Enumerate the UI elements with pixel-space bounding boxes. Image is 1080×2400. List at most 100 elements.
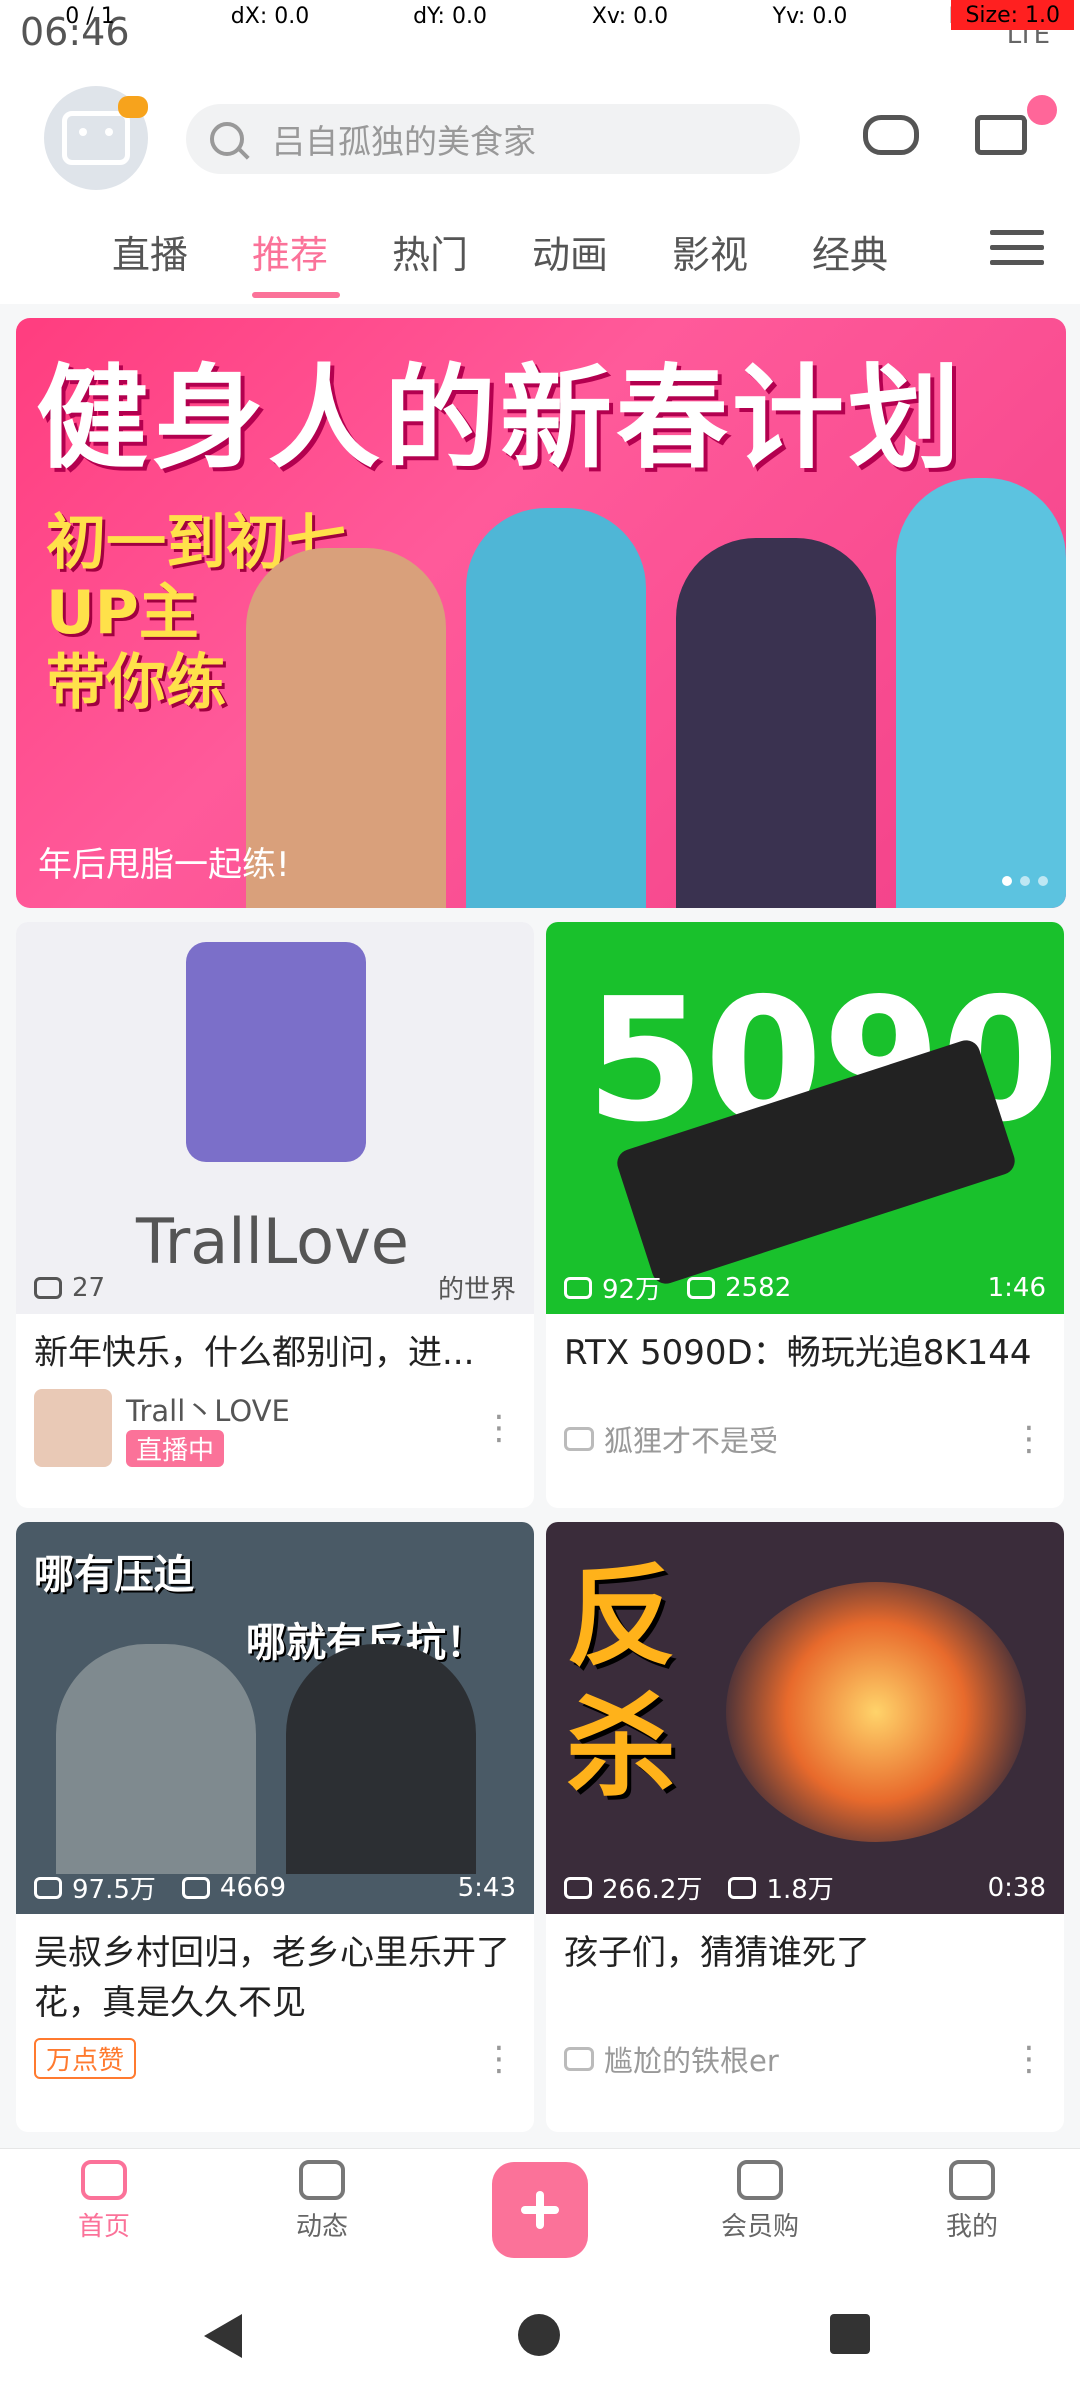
video-title: 孩子们，猜猜谁死了 bbox=[564, 1933, 870, 1973]
video-meta: 万点赞 ⋮ bbox=[34, 2038, 516, 2079]
channel-menu-button[interactable] bbox=[990, 220, 1044, 284]
video-title: 新年快乐，什么都别问，进... bbox=[34, 1333, 475, 1373]
nav-home[interactable]: 首页 bbox=[44, 2160, 164, 2243]
recents-icon[interactable] bbox=[830, 2314, 870, 2354]
more-options-icon[interactable]: ⋮ bbox=[1012, 1419, 1046, 1459]
shop-icon bbox=[737, 2160, 783, 2200]
video-stats: 92万 2582 1:46 bbox=[564, 1269, 1046, 1306]
up-tag-icon bbox=[564, 1427, 594, 1451]
nav-label: 我的 bbox=[945, 2212, 998, 2242]
notification-dot bbox=[1024, 92, 1060, 128]
partition-label: 的世界 bbox=[437, 1275, 516, 1305]
vip-badge-icon bbox=[118, 96, 148, 118]
game-effect-image bbox=[726, 1582, 1026, 1842]
danmaku-count: 1.8万 bbox=[766, 1875, 834, 1905]
video-card[interactable]: 反杀 266.2万 1.8万 0:38 孩子们，猜猜谁死了 尴尬的铁根er ⋮ bbox=[546, 1522, 1064, 2132]
person-image bbox=[286, 1644, 476, 1874]
up-name[interactable]: 狐狸才不是受 bbox=[604, 1418, 778, 1460]
video-thumbnail: TrallLove 27 的世界 bbox=[16, 922, 534, 1314]
profile-icon bbox=[949, 2160, 995, 2200]
up-tag-icon bbox=[564, 2047, 594, 2071]
video-card[interactable]: TrallLove 27 的世界 新年快乐，什么都别问，进... Trall丶L… bbox=[16, 922, 534, 1508]
debug-size: Size: 1.0 bbox=[951, 0, 1074, 30]
carousel-dots bbox=[1002, 876, 1048, 886]
home-icon bbox=[81, 2160, 127, 2200]
up-info: Trall丶LOVE 直播中 bbox=[126, 1388, 290, 1467]
banner-caption: 年后甩脂一起练! bbox=[38, 845, 290, 885]
up-name: Trall丶LOVE bbox=[126, 1394, 290, 1428]
search-bar[interactable]: 吕自孤独的美食家 bbox=[186, 104, 800, 174]
danmaku-icon bbox=[687, 1276, 716, 1299]
tab-classic[interactable]: 经典 bbox=[812, 224, 888, 279]
duration: 1:46 bbox=[987, 1272, 1046, 1303]
banner-headline: 健身人的新春计划 bbox=[36, 354, 964, 484]
debug-overlay: 0 / 1 dX: 0.0 dY: 0.0 Xv: 0.0 Yv: 0.0 Pr… bbox=[0, 0, 1080, 32]
debug-pointer: 0 / 1 bbox=[65, 3, 115, 29]
video-title: RTX 5090D：畅玩光追8K144 bbox=[564, 1333, 1032, 1373]
more-options-icon[interactable]: ⋮ bbox=[482, 1408, 516, 1448]
like-badge: 万点赞 bbox=[34, 2038, 137, 2079]
upload-plus-button[interactable] bbox=[492, 2162, 588, 2258]
dynamic-icon bbox=[299, 2160, 345, 2200]
tab-anime[interactable]: 动画 bbox=[532, 224, 608, 279]
danmaku-count: 4669 bbox=[219, 1872, 287, 1903]
nav-label: 会员购 bbox=[720, 2212, 799, 2242]
tab-recommend[interactable]: 推荐 bbox=[252, 224, 328, 279]
tab-film[interactable]: 影视 bbox=[672, 224, 748, 279]
tab-hot[interactable]: 热门 bbox=[392, 224, 468, 279]
tab-live[interactable]: 直播 bbox=[112, 224, 188, 279]
more-options-icon[interactable]: ⋮ bbox=[482, 2039, 516, 2079]
nav-dynamic[interactable]: 动态 bbox=[262, 2160, 382, 2243]
video-card[interactable]: 5090 92万 2582 1:46 RTX 5090D：畅玩光追8K144 狐… bbox=[546, 922, 1064, 1508]
more-options-icon[interactable]: ⋮ bbox=[1012, 2039, 1046, 2079]
video-thumbnail: 哪有压迫 哪就有反抗！ 97.5万 4669 5:43 bbox=[16, 1522, 534, 1914]
tab-indicator bbox=[252, 292, 340, 298]
search-input[interactable]: 吕自孤独的美食家 bbox=[272, 115, 536, 163]
search-icon bbox=[210, 122, 244, 156]
video-stats: 266.2万 1.8万 0:38 bbox=[564, 1869, 1046, 1906]
duration: 5:43 bbox=[457, 1872, 516, 1903]
nav-shop[interactable]: 会员购 bbox=[700, 2160, 820, 2243]
video-card[interactable]: 哪有压迫 哪就有反抗！ 97.5万 4669 5:43 吴叔乡村回归，老乡心里乐… bbox=[16, 1522, 534, 2132]
views-count: 266.2万 bbox=[602, 1875, 703, 1905]
video-title: 吴叔乡村回归，老乡心里乐开了花，真是久久不见 bbox=[34, 1933, 510, 2023]
nav-label: 动态 bbox=[295, 2212, 348, 2242]
video-meta: 尴尬的铁根er ⋮ bbox=[564, 2038, 1046, 2080]
hero-banner[interactable]: 健身人的新春计划 初一到初七 UP主 带你练 年后甩脂一起练! bbox=[16, 318, 1066, 908]
video-thumbnail: 反杀 266.2万 1.8万 0:38 bbox=[546, 1522, 1064, 1914]
tv-icon bbox=[62, 111, 130, 165]
nav-profile[interactable]: 我的 bbox=[912, 2160, 1032, 2243]
up-name[interactable]: 尴尬的铁根er bbox=[604, 2038, 779, 2080]
video-thumbnail: 5090 92万 2582 1:46 bbox=[546, 922, 1064, 1314]
debug-dx: dX: 0.0 bbox=[230, 3, 310, 29]
video-meta: 狐狸才不是受 ⋮ bbox=[564, 1418, 1046, 1460]
debug-xv: Xv: 0.0 bbox=[591, 3, 669, 29]
person-image bbox=[56, 1644, 256, 1874]
nav-label: 首页 bbox=[77, 2212, 130, 2242]
video-meta: Trall丶LOVE 直播中 ⋮ bbox=[34, 1388, 516, 1467]
views-count: 92万 bbox=[602, 1275, 662, 1305]
gamepad-icon bbox=[863, 115, 919, 155]
views-icon bbox=[34, 1876, 62, 1899]
duration: 0:38 bbox=[987, 1872, 1046, 1903]
thumb-text: TrallLove bbox=[136, 1205, 409, 1278]
danmaku-icon bbox=[181, 1876, 210, 1899]
person-image bbox=[466, 508, 646, 908]
thumb-text: 反杀 bbox=[566, 1553, 676, 1811]
game-center-button[interactable] bbox=[852, 96, 930, 174]
person-image bbox=[676, 538, 876, 908]
home-circle-icon[interactable] bbox=[518, 2314, 560, 2356]
live-badge: 直播中 bbox=[126, 1430, 225, 1467]
pixel-avatar-image bbox=[186, 942, 366, 1162]
debug-dy: dY: 0.0 bbox=[413, 3, 487, 29]
danmaku-icon bbox=[728, 1876, 757, 1899]
views-count: 27 bbox=[72, 1272, 106, 1303]
debug-yv: Yv: 0.0 bbox=[772, 3, 848, 29]
back-icon[interactable] bbox=[204, 2314, 242, 2358]
views-icon bbox=[34, 1276, 62, 1299]
up-avatar[interactable] bbox=[34, 1388, 112, 1467]
views-icon bbox=[564, 1276, 592, 1299]
views-count: 97.5万 bbox=[72, 1875, 156, 1905]
video-stats: 97.5万 4669 5:43 bbox=[34, 1869, 516, 1906]
person-image bbox=[896, 478, 1066, 908]
